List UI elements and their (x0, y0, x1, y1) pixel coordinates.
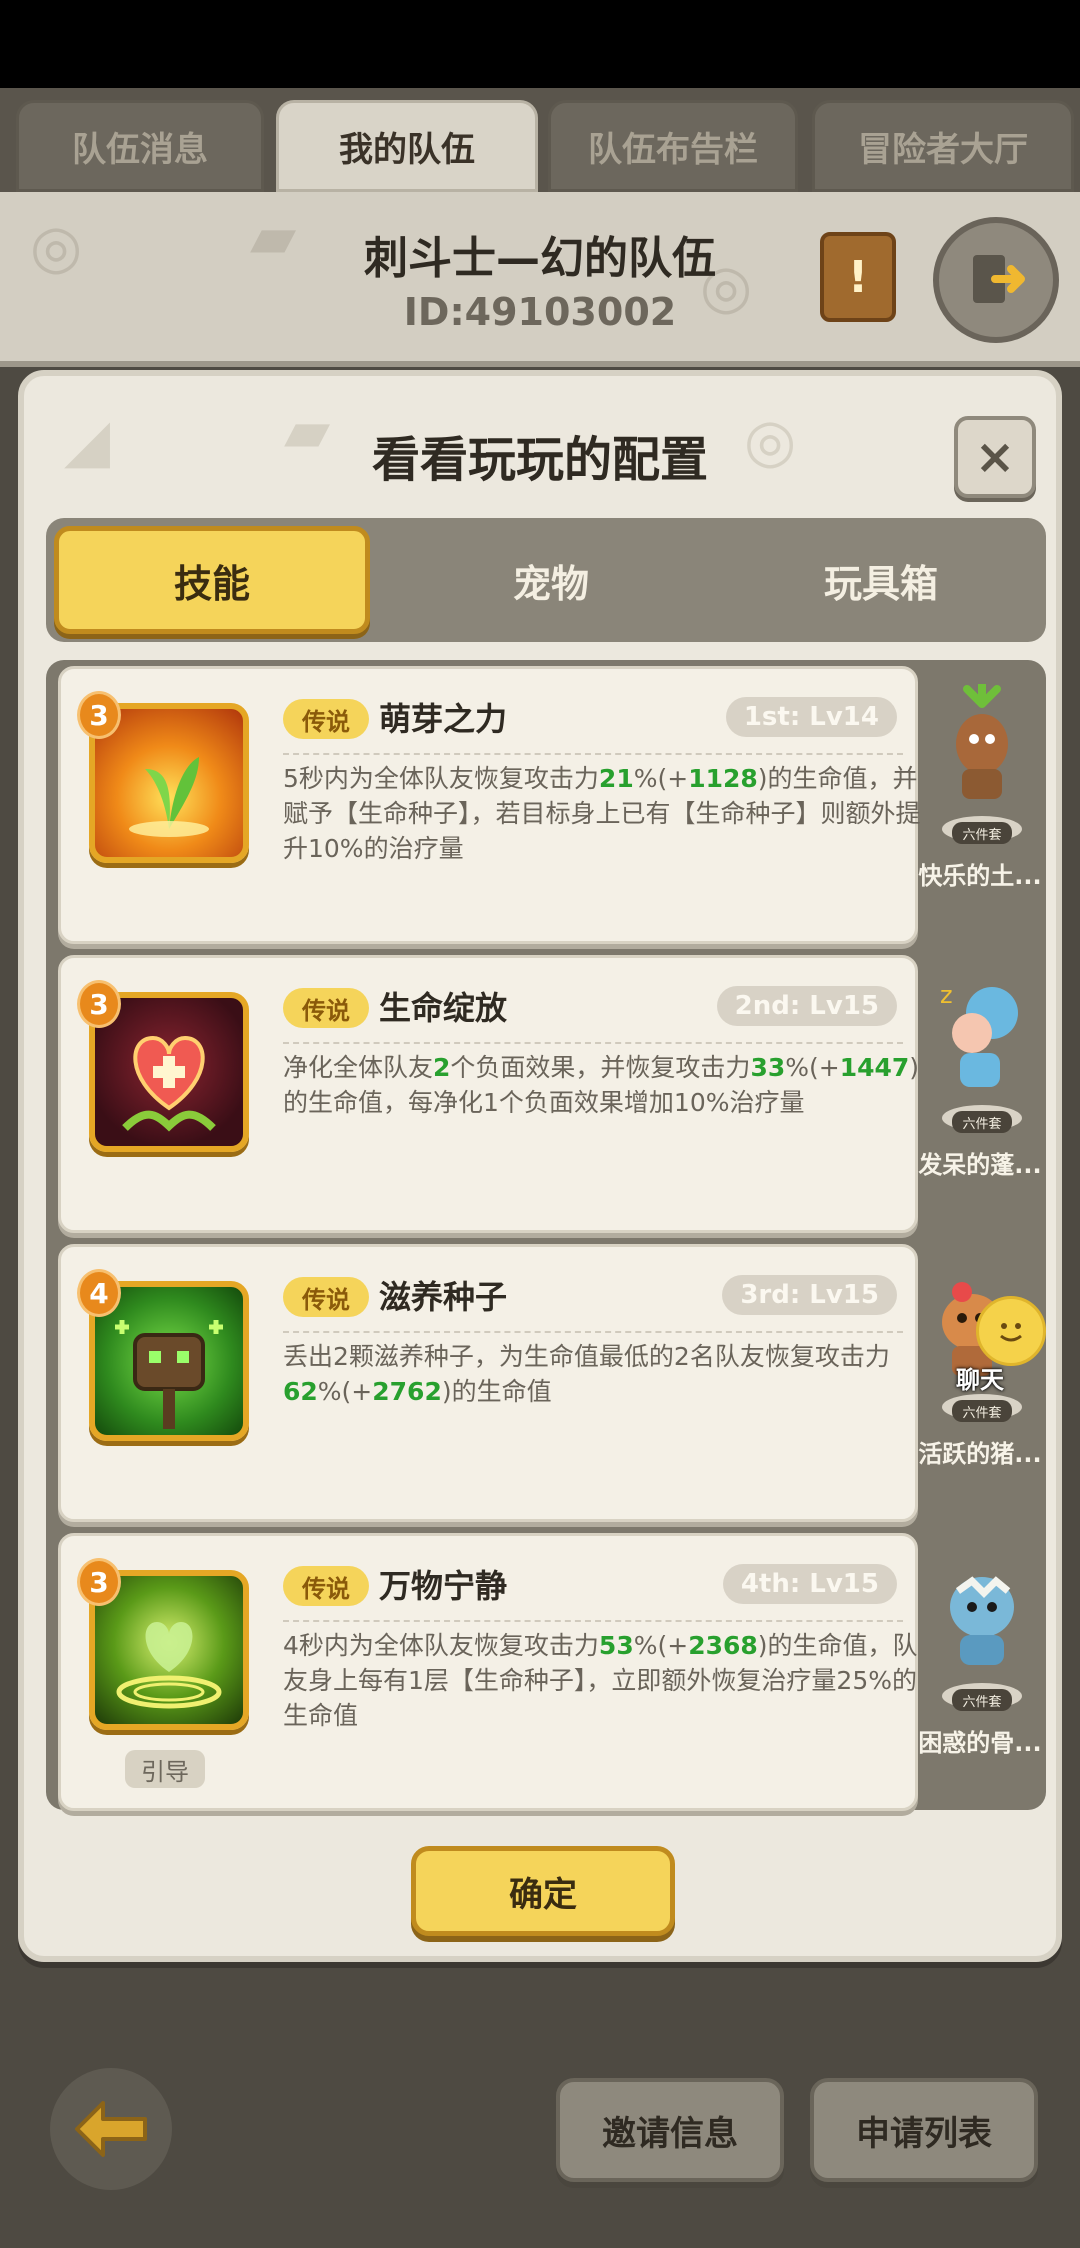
svg-text:z: z (940, 981, 953, 1009)
skill-description: 4秒内为全体队友恢复攻击力53%(+2368)的生命值，队友身上每有1层【生命种… (283, 1631, 918, 1730)
skill-name: 滋养种子 (379, 1278, 508, 1316)
exit-team-button[interactable] (933, 217, 1059, 343)
skill-level-badge: 2nd: Lv15 (716, 986, 897, 1026)
divider (283, 1042, 903, 1044)
rarity-badge: 传说 (283, 988, 369, 1028)
rarity-badge: 传说 (283, 699, 369, 739)
tab-my-team[interactable]: 我的队伍 (276, 100, 538, 192)
bone-dragon-pet-icon (932, 1551, 1032, 1681)
apply-list-button[interactable]: 申请列表 (810, 2078, 1038, 2182)
set-tag: 六件套 (952, 1111, 1012, 1133)
tree-stump-pet-icon (932, 684, 1032, 814)
tab-team-messages[interactable]: 队伍消息 (16, 100, 264, 192)
skill-description: 丢出2颗滋养种子，为生命值最低的2名队友恢复攻击力62%(+2762)的生命值 (283, 1342, 890, 1406)
pet-slot[interactable]: 六件套 快乐的土... (918, 666, 1042, 944)
sheep-pet-icon: z (932, 973, 1032, 1103)
skill-name: 万物宁静 (379, 1567, 508, 1605)
tab-pets[interactable]: 宠物 (406, 526, 696, 634)
pet-slot[interactable]: 六件套 困惑的骨... (918, 1533, 1042, 1811)
skill-description: 5秒内为全体队友恢复攻击力21%(+1128)的生命值，并赋予【生命种子】，若目… (283, 764, 921, 863)
pet-slot[interactable]: z 六件套 发呆的蓬... (918, 955, 1041, 1233)
config-tabs: 技能 宠物 玩具箱 (46, 518, 1046, 642)
tab-skills[interactable]: 技能 (54, 526, 370, 634)
divider (283, 753, 903, 755)
skill-level-badge: 3rd: Lv15 (722, 1275, 897, 1315)
team-header: ◎ ▰ ◎ 刺斗士—幻的队伍 ID:49103002 ! (0, 192, 1080, 367)
pet-name: 活跃的猪... (918, 1440, 1042, 1468)
skill-level-badge: 1st: Lv14 (725, 697, 897, 737)
confirm-button[interactable]: 确定 (411, 1846, 675, 1936)
pet-name: 快乐的土... (918, 862, 1042, 890)
skill-description: 净化全体队友2个负面效果，并恢复攻击力33%(+1447)的生命值，每净化1个负… (283, 1053, 920, 1117)
rarity-badge: 传说 (283, 1277, 369, 1317)
divider (283, 1620, 903, 1622)
invite-info-button[interactable]: 邀请信息 (556, 2078, 784, 2182)
skill-card[interactable]: 3 引导 传说 万物宁静 4th: Lv15 4秒内为全体队友恢复攻击力53%(… (58, 1533, 918, 1811)
team-id: ID:49103002 (403, 290, 677, 334)
skill-level-badge: 4th: Lv15 (722, 1564, 897, 1604)
tab-toy-box[interactable]: 玩具箱 (736, 526, 1026, 634)
star-level-badge: 3 (77, 691, 121, 739)
scroll-notice-icon[interactable]: ! (820, 232, 896, 322)
tab-adventurer-hall[interactable]: 冒险者大厅 (812, 100, 1074, 192)
set-tag: 六件套 (952, 1400, 1012, 1422)
tab-team-board[interactable]: 队伍布告栏 (548, 100, 798, 192)
skill-card[interactable]: 3 传说 萌芽之力 1st: Lv14 5秒内为全体队友恢复攻击力21%(+11… (58, 666, 921, 944)
divider (283, 1331, 903, 1333)
skill-name: 生命绽放 (379, 989, 508, 1027)
team-title: 刺斗士—幻的队伍 (364, 233, 716, 284)
modal-title: 看看玩玩的配置 (371, 432, 708, 488)
pet-name: 发呆的蓬... (918, 1151, 1042, 1179)
guide-tag: 引导 (125, 1750, 205, 1788)
star-level-badge: 3 (77, 1558, 121, 1606)
config-modal: ◢ ▰ ◎ 看看玩玩的配置 × 技能 宠物 玩具箱 3 传说 萌芽之力 1st:… (18, 370, 1062, 1962)
skill-card[interactable]: 4 传说 滋养种子 3rd: Lv15 丢出2颗滋养种子，为生命值最低的2名队友… (58, 1244, 918, 1522)
skill-list[interactable]: 3 传说 萌芽之力 1st: Lv14 5秒内为全体队友恢复攻击力21%(+11… (46, 660, 1046, 1811)
exit-door-icon (973, 255, 1025, 303)
close-button[interactable]: × (954, 416, 1036, 498)
back-arrow-icon (75, 2101, 147, 2157)
pet-name: 困惑的骨... (918, 1729, 1042, 1757)
set-tag: 六件套 (952, 822, 1012, 844)
skill-card[interactable]: 3 传说 生命绽放 2nd: Lv15 净化全体队友2个负面效果，并恢复攻击力3… (58, 955, 919, 1233)
chat-label[interactable]: 聊天 (956, 1360, 1004, 1395)
skill-name: 萌芽之力 (379, 700, 508, 738)
star-level-badge: 4 (77, 1269, 121, 1317)
chat-smile-icon[interactable] (976, 1296, 1046, 1366)
set-tag: 六件套 (952, 1689, 1012, 1711)
back-button[interactable] (50, 2068, 172, 2190)
star-level-badge: 3 (77, 980, 121, 1028)
status-bar (0, 0, 1080, 88)
rarity-badge: 传说 (283, 1566, 369, 1606)
